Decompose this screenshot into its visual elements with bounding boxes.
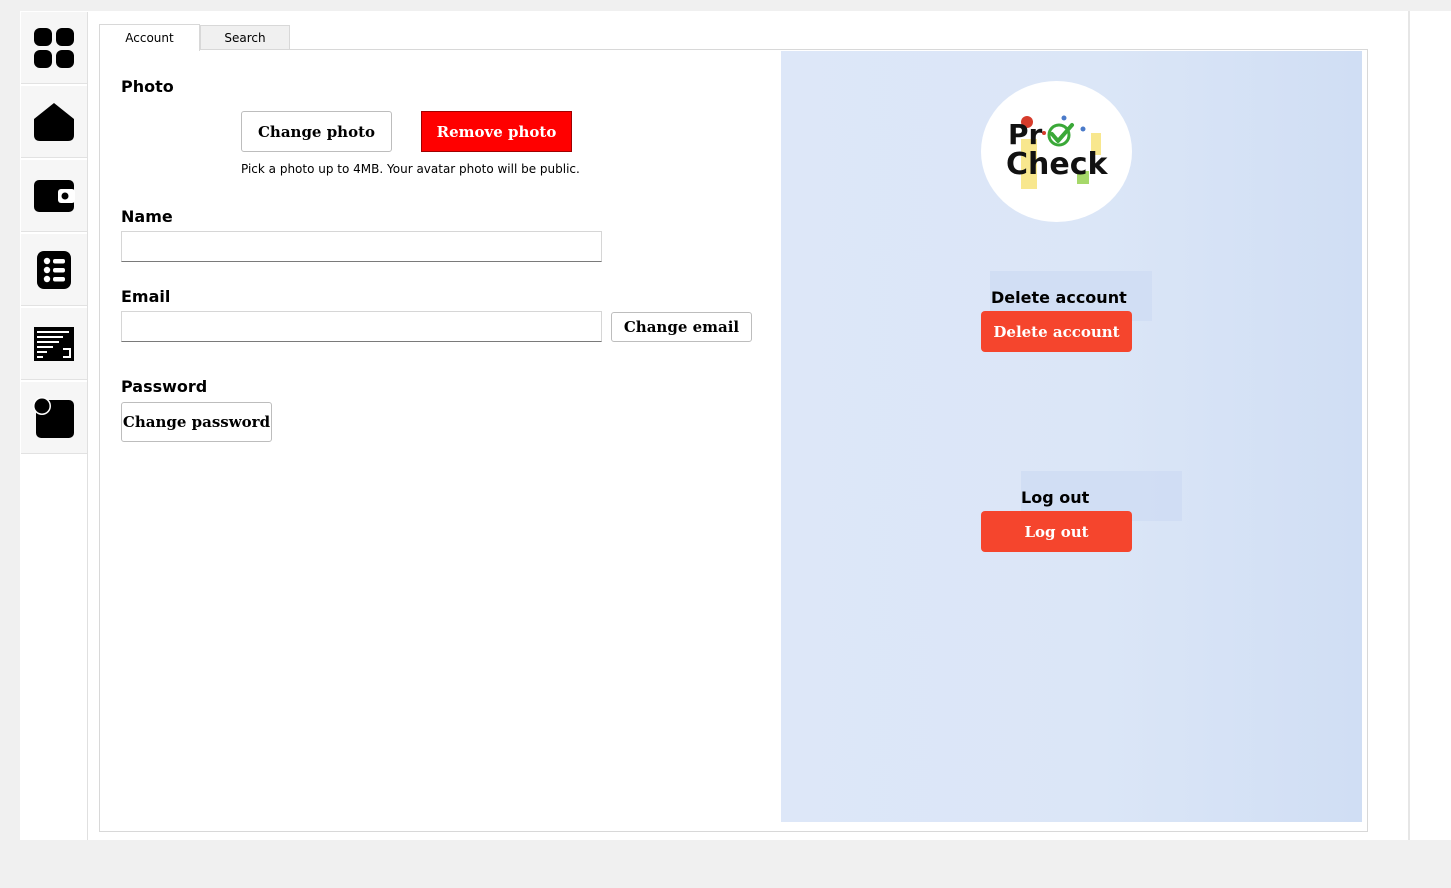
change-photo-button[interactable]: Change photo [241, 111, 392, 152]
email-label: Email [121, 287, 171, 306]
sidebar-item-notifications[interactable] [21, 382, 87, 454]
password-label: Password [121, 377, 208, 396]
logout-button[interactable]: Log out [981, 511, 1132, 552]
change-email-button[interactable]: Change email [611, 312, 752, 342]
delete-account-button[interactable]: Delete account [981, 311, 1132, 352]
window-divider [1408, 11, 1410, 840]
photo-hint: Pick a photo up to 4MB. Your avatar phot… [241, 162, 580, 176]
checklist-icon [37, 250, 71, 289]
logout-label: Log out [1021, 488, 1090, 507]
procheck-logo: Pr Check [1006, 115, 1109, 189]
svg-text:Check: Check [1006, 147, 1109, 182]
email-input[interactable] [121, 311, 602, 342]
account-side-panel: Pr Check Delete account Delete account L… [781, 51, 1362, 822]
wallet-icon [34, 179, 75, 212]
sidebar-item-wallet[interactable] [21, 160, 87, 232]
logo-badge: Pr Check [981, 81, 1132, 222]
change-password-button[interactable]: Change password [121, 402, 272, 442]
sidebar-item-home[interactable] [21, 86, 87, 158]
home-icon [34, 102, 74, 141]
remove-photo-button[interactable]: Remove photo [421, 111, 572, 152]
name-label: Name [121, 207, 173, 226]
tab-search[interactable]: Search [200, 25, 290, 49]
ledger-icon [34, 326, 74, 361]
notification-icon [33, 396, 74, 438]
grid-icon [34, 27, 74, 68]
name-input[interactable] [121, 231, 602, 262]
photo-label: Photo [121, 77, 174, 96]
sidebar [21, 12, 88, 840]
sidebar-item-tasks[interactable] [21, 234, 87, 306]
delete-account-label: Delete account [991, 288, 1127, 307]
sidebar-item-dashboard[interactable] [21, 12, 87, 84]
tab-account[interactable]: Account [99, 24, 200, 51]
sidebar-item-reports[interactable] [21, 308, 87, 380]
